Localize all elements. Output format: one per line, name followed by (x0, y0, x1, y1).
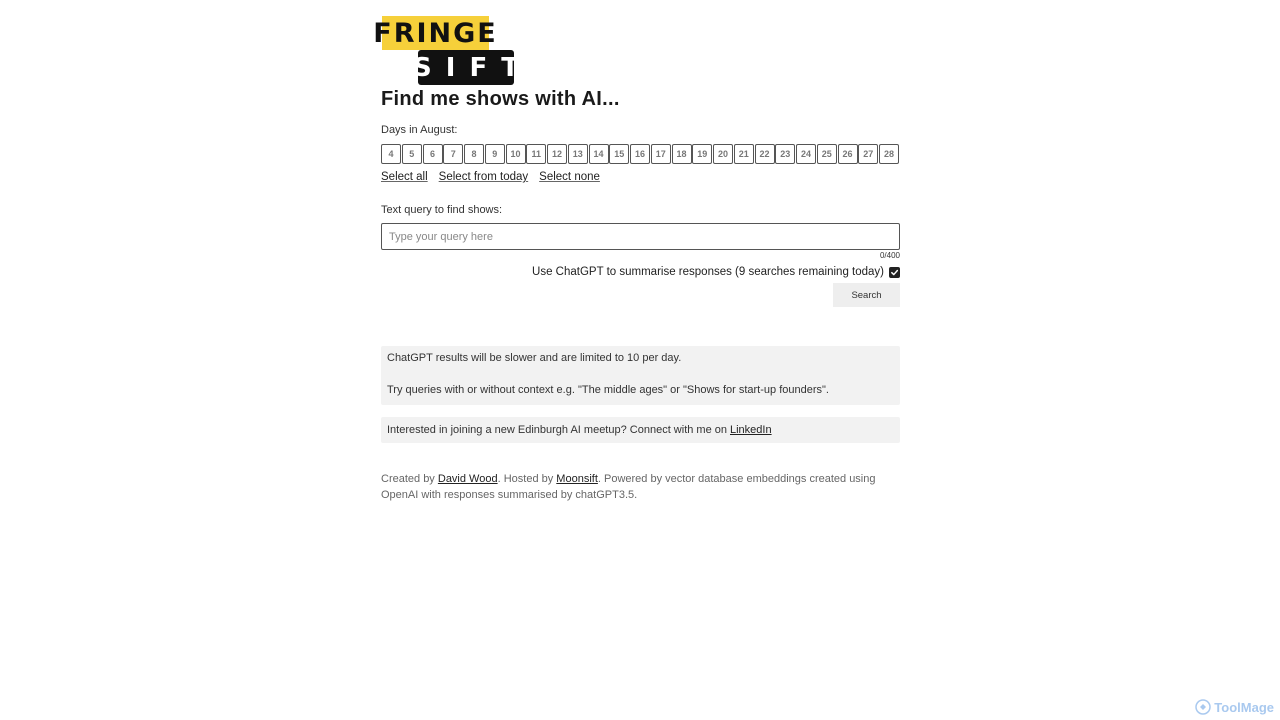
day-button-13[interactable]: 13 (567, 144, 588, 164)
select-none-link[interactable]: Select none (539, 171, 600, 183)
toolmage-watermark: ToolMage (1195, 699, 1274, 715)
day-selector: 4 5 6 7 8 9 10 11 12 13 14 15 16 17 18 19 20 21 22 23 24 25 26… (381, 144, 900, 164)
day-button-9[interactable]: 9 (484, 144, 505, 164)
credits: Created by David Wood. Hosted by Moonsif… (381, 471, 900, 503)
day-button-22[interactable]: 22 (754, 144, 775, 164)
day-button-15[interactable]: 15 (609, 144, 630, 164)
day-button-8[interactable]: 8 (464, 144, 484, 164)
info-line-limit: ChatGPT results will be slower and are l… (387, 352, 682, 364)
select-all-link[interactable]: Select all (381, 171, 428, 183)
day-button-4[interactable]: 4 (381, 144, 401, 164)
day-button-24[interactable]: 24 (796, 144, 816, 164)
day-button-27[interactable]: 27 (858, 144, 879, 164)
page-title: Find me shows with AI... (381, 88, 620, 110)
author-link[interactable]: David Wood (438, 473, 498, 485)
day-button-21[interactable]: 21 (733, 144, 754, 164)
day-button-25[interactable]: 25 (816, 144, 837, 164)
meetup-text: Interested in joining a new Edinburgh AI… (387, 424, 727, 436)
day-button-18[interactable]: 18 (671, 144, 692, 164)
fringe-sift-logo[interactable]: FRINGE SIFT (373, 16, 519, 85)
day-button-28[interactable]: 28 (879, 144, 899, 164)
checkmark-icon (891, 269, 899, 275)
day-button-5[interactable]: 5 (401, 144, 422, 164)
logo-bottom-block: SIFT (413, 50, 519, 85)
character-counter: 0/400 (879, 251, 900, 260)
chatgpt-option: Use ChatGPT to summarise responses (9 se… (532, 266, 900, 278)
meetup-info-box: Interested in joining a new Edinburgh AI… (381, 417, 900, 443)
logo-bottom-text: SIFT (413, 52, 533, 83)
day-button-6[interactable]: 6 (422, 144, 443, 164)
query-label: Text query to find shows: (381, 204, 503, 216)
logo-top-text: FRINGE (373, 17, 498, 49)
info-line-examples: Try queries with or without context e.g.… (387, 384, 829, 396)
toolmage-logo-icon (1195, 699, 1212, 715)
select-from-today-link[interactable]: Select from today (439, 171, 528, 183)
chatgpt-option-label: Use ChatGPT to summarise responses (9 se… (532, 266, 884, 278)
day-button-23[interactable]: 23 (775, 144, 796, 164)
day-selection-links: Select all Select from today Select none (381, 171, 611, 183)
day-button-14[interactable]: 14 (588, 144, 609, 164)
day-button-16[interactable]: 16 (630, 144, 650, 164)
linkedin-link[interactable]: LinkedIn (730, 424, 772, 436)
day-button-17[interactable]: 17 (650, 144, 671, 164)
day-button-12[interactable]: 12 (547, 144, 567, 164)
days-label: Days in August: (381, 124, 458, 136)
query-input[interactable] (381, 223, 900, 250)
day-button-20[interactable]: 20 (713, 144, 733, 164)
page-content: FRINGE SIFT Find me shows with AI... Day… (373, 16, 900, 501)
host-link[interactable]: Moonsift (556, 473, 598, 485)
chatgpt-info-box: ChatGPT results will be slower and are l… (381, 346, 900, 405)
day-button-19[interactable]: 19 (692, 144, 713, 164)
day-button-11[interactable]: 11 (526, 144, 547, 164)
watermark-text: ToolMage (1214, 699, 1274, 715)
search-button[interactable]: Search (833, 283, 900, 307)
chatgpt-checkbox[interactable] (889, 266, 900, 278)
credits-created-by: Created by (381, 473, 435, 485)
credits-hosted-by: . Hosted by (497, 473, 554, 485)
logo-top-block: FRINGE (373, 16, 496, 50)
day-button-7[interactable]: 7 (443, 144, 464, 164)
day-button-26[interactable]: 26 (837, 144, 858, 164)
day-button-10[interactable]: 10 (505, 144, 526, 164)
